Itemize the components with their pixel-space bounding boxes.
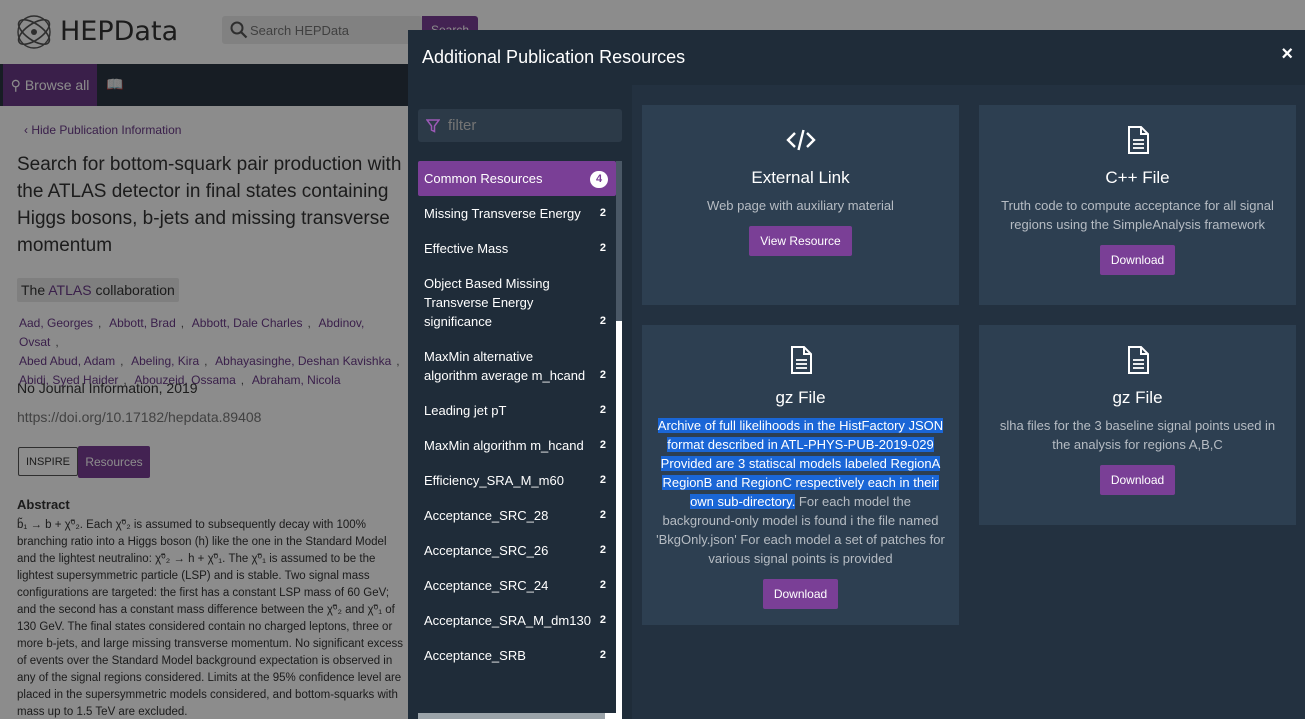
close-icon[interactable]: × xyxy=(1281,43,1293,66)
card-title: External Link xyxy=(751,168,850,187)
scrollbar-thumb[interactable] xyxy=(616,161,622,321)
category-label: MaxMin alternative algorithm average m_h… xyxy=(424,349,586,383)
resource-sidebar: Common Resources 4 Missing Transverse Ener… xyxy=(408,85,632,719)
category-label: Acceptance_SRC_26 xyxy=(424,543,549,558)
category-item[interactable]: Acceptance_SRC_24 2 xyxy=(418,568,616,603)
category-item[interactable]: Acceptance_SRC_28 2 xyxy=(418,498,616,533)
category-label: Common Resources xyxy=(424,171,543,186)
category-count-badge: 2 xyxy=(599,439,606,451)
file-icon xyxy=(1127,346,1149,374)
category-item[interactable]: Object Based Missing Transverse Energy s… xyxy=(418,266,616,339)
category-count-badge: 2 xyxy=(599,544,606,556)
card-description: slha files for the 3 baseline signal poi… xyxy=(999,418,1276,452)
card-description: Archive of full likelihoods in the HistF… xyxy=(642,416,959,568)
card-description: Web page with auxiliary material xyxy=(707,198,894,213)
category-item[interactable]: Acceptance_SRA_L_dm1302 xyxy=(418,673,616,681)
category-label: Missing Transverse Energy xyxy=(424,206,581,221)
resource-card-gz-slha: gz File slha files for the 3 baseline si… xyxy=(979,325,1296,525)
horizontal-scrollbar[interactable] xyxy=(418,713,622,719)
category-label: MaxMin algorithm m_hcand xyxy=(424,438,584,453)
category-count-badge: 2 xyxy=(599,315,606,327)
file-icon xyxy=(1127,126,1149,154)
filter-icon xyxy=(426,118,440,133)
card-title: C++ File xyxy=(1105,168,1170,187)
category-count-badge: 2 xyxy=(599,579,606,591)
download-button[interactable]: Download xyxy=(1099,245,1176,275)
code-icon xyxy=(785,129,816,151)
category-label: Efficiency_SRA_M_m60 xyxy=(424,473,564,488)
category-label: Effective Mass xyxy=(424,241,509,256)
resource-card-external-link: External Link Web page with auxiliary ma… xyxy=(642,105,959,305)
category-item[interactable]: Acceptance_SRC_26 2 xyxy=(418,533,616,568)
view-resource-button[interactable]: View Resource xyxy=(749,226,852,256)
modal-header: Additional Publication Resources × xyxy=(408,30,1305,85)
resources-modal: Additional Publication Resources × Commo… xyxy=(408,30,1305,719)
category-item[interactable]: Acceptance_SRB 2 xyxy=(418,638,616,673)
category-count-badge: 2 xyxy=(599,509,606,521)
filter-input[interactable] xyxy=(448,117,608,134)
download-button[interactable]: Download xyxy=(762,579,839,609)
card-title: gz File xyxy=(1112,388,1163,407)
category-list: Common Resources 4 Missing Transverse Ener… xyxy=(418,161,616,681)
category-count-badge: 2 xyxy=(599,474,606,486)
category-item[interactable]: Effective Mass 2 xyxy=(418,231,616,266)
filter-box xyxy=(418,109,622,142)
modal-title: Additional Publication Resources xyxy=(422,47,686,67)
horizontal-scrollbar-thumb[interactable] xyxy=(418,713,605,719)
category-count-badge: 2 xyxy=(599,614,606,626)
file-icon xyxy=(790,346,812,374)
card-description: Truth code to compute acceptance for all… xyxy=(1001,198,1274,232)
category-count-badge: 2 xyxy=(599,369,606,381)
category-count-badge: 4 xyxy=(590,171,608,188)
category-item[interactable]: Leading jet pT 2 xyxy=(418,393,616,428)
category-count-badge: 2 xyxy=(599,404,606,416)
category-item[interactable]: Common Resources 4 xyxy=(418,161,616,196)
resource-card-cpp-file: C++ File Truth code to compute acceptanc… xyxy=(979,105,1296,305)
category-count-badge: 2 xyxy=(599,649,606,661)
category-label: Acceptance_SRA_M_dm130 xyxy=(424,613,591,628)
category-label: Acceptance_SRB xyxy=(424,648,526,663)
category-item[interactable]: Efficiency_SRA_M_m60 2 xyxy=(418,463,616,498)
category-label: Object Based Missing Transverse Energy s… xyxy=(424,276,550,329)
resource-card-gz-likelihoods: gz File Archive of full likelihoods in t… xyxy=(642,325,959,625)
category-label: Acceptance_SRC_24 xyxy=(424,578,549,593)
vertical-scrollbar[interactable] xyxy=(616,161,622,719)
card-title: gz File xyxy=(775,388,826,407)
category-item[interactable]: Missing Transverse Energy 2 xyxy=(418,196,616,231)
category-count-badge: 2 xyxy=(599,207,606,219)
category-label: Acceptance_SRC_28 xyxy=(424,508,549,523)
download-button[interactable]: Download xyxy=(1099,465,1176,495)
category-label: Leading jet pT xyxy=(424,403,507,418)
category-item[interactable]: Acceptance_SRA_M_dm130 2 xyxy=(418,603,616,638)
category-item[interactable]: MaxMin algorithm m_hcand 2 xyxy=(418,428,616,463)
category-count-badge: 2 xyxy=(599,242,606,254)
category-item[interactable]: MaxMin alternative algorithm average m_h… xyxy=(418,339,616,393)
